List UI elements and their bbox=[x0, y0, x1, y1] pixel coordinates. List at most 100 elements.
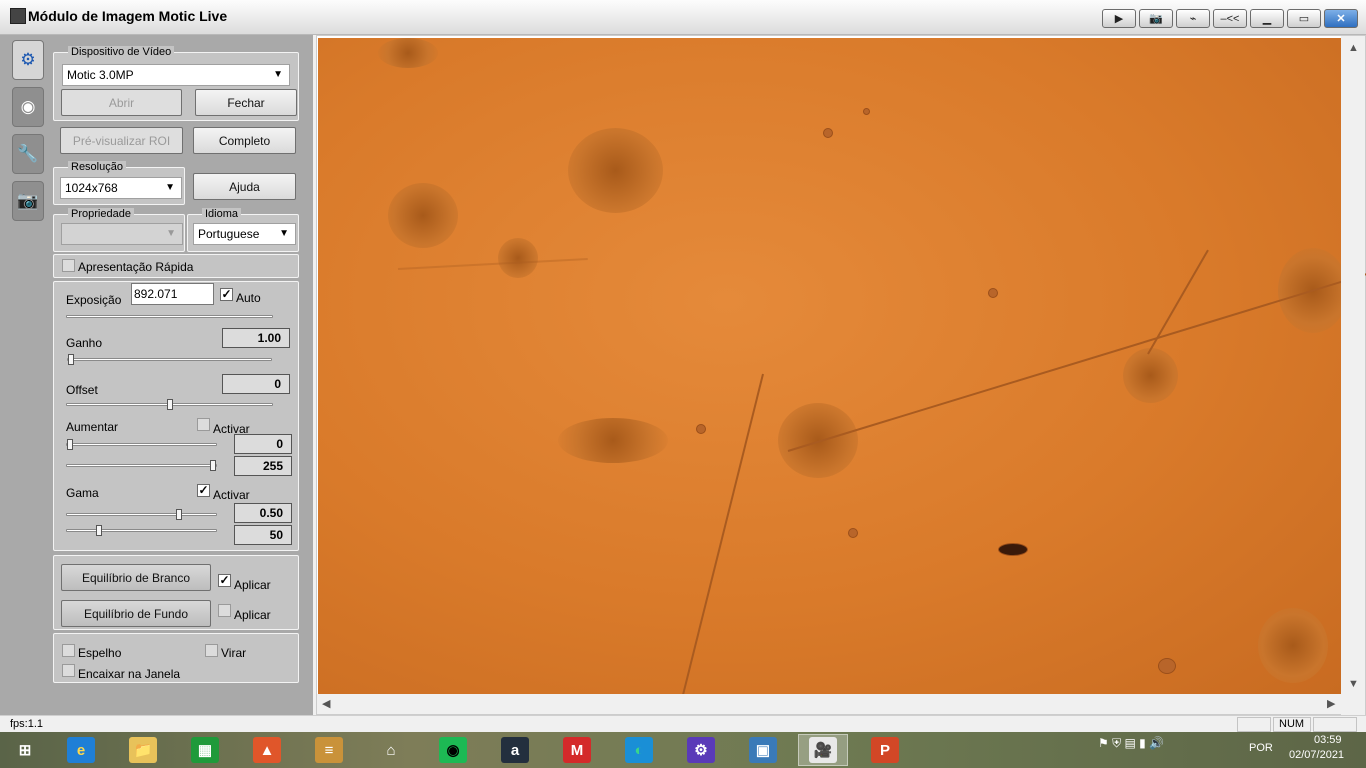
exposure-label: Exposição bbox=[66, 293, 122, 307]
exposure-slider[interactable] bbox=[66, 315, 273, 318]
motic-app-taskbar-button[interactable]: M bbox=[552, 734, 602, 766]
auto-exposure-checkbox[interactable]: ✓ bbox=[220, 288, 233, 301]
motic-live-taskbar-button[interactable]: 🎥 bbox=[798, 734, 848, 766]
contrast-slider-thumb[interactable] bbox=[96, 525, 102, 536]
file-explorer-taskbar-button[interactable]: 📁 bbox=[118, 734, 168, 766]
minimize-icon: ▁ bbox=[1262, 13, 1272, 25]
property-select[interactable]: ▼ bbox=[61, 223, 183, 245]
property-group: Propriedade ▼ bbox=[53, 208, 185, 252]
resolution-select[interactable]: 1024x768 ▼ bbox=[60, 177, 182, 199]
network-icon[interactable]: ▤ bbox=[1124, 736, 1135, 750]
settings-app-taskbar-button[interactable]: ⚙ bbox=[676, 734, 726, 766]
particle bbox=[696, 424, 706, 434]
input-language[interactable]: POR bbox=[1249, 742, 1273, 754]
contrast-slider[interactable] bbox=[66, 525, 217, 536]
gamma-slider[interactable] bbox=[66, 509, 217, 520]
start-button[interactable]: ⊞ bbox=[0, 734, 50, 766]
powerpoint-taskbar-button[interactable]: P bbox=[860, 734, 910, 766]
gain-label: Ganho bbox=[66, 336, 103, 350]
language-select[interactable]: Portuguese ▼ bbox=[193, 223, 296, 245]
battery-icon[interactable]: ▮ bbox=[1139, 736, 1146, 750]
contrast-value: 50 bbox=[234, 525, 292, 545]
gain-slider-thumb[interactable] bbox=[68, 354, 74, 365]
exposure-input[interactable]: 892.071 bbox=[131, 283, 214, 305]
play-button[interactable]: ▶ bbox=[1102, 9, 1136, 28]
fit-window-checkbox[interactable] bbox=[62, 664, 75, 677]
horizontal-scrollbar[interactable]: ◀ ▶ bbox=[317, 694, 1343, 714]
open-button[interactable]: Abrir bbox=[61, 89, 182, 116]
scroll-right-icon[interactable]: ▶ bbox=[1327, 697, 1335, 710]
amazon-taskbar-button[interactable]: a bbox=[490, 734, 540, 766]
adjustments-group: Exposição 892.071 ✓ Auto Ganho 1.00 Offs… bbox=[53, 281, 299, 551]
enhance-high-thumb[interactable] bbox=[210, 460, 216, 471]
store-taskbar-button[interactable]: ▦ bbox=[180, 734, 230, 766]
close-device-button[interactable]: Fechar bbox=[195, 89, 297, 116]
play-icon: ▶ bbox=[1114, 13, 1124, 25]
vertical-scrollbar[interactable]: ▲ ▼ bbox=[1341, 36, 1365, 716]
preview-roi-button[interactable]: Pré-visualizar ROI bbox=[60, 127, 183, 154]
chevron-down-icon: ▼ bbox=[279, 228, 289, 239]
spotify-taskbar-button[interactable]: ◉ bbox=[428, 734, 478, 766]
close-button[interactable]: ✕ bbox=[1324, 9, 1358, 28]
image-viewer-taskbar-button[interactable]: ▣ bbox=[738, 734, 788, 766]
flip-label: Virar bbox=[221, 646, 247, 660]
video-device-value: Motic 3.0MP bbox=[67, 68, 134, 82]
tool-tabs: ⚙ ◉ 🔧 📷 bbox=[0, 35, 48, 715]
notes-app-taskbar-button[interactable]: ≡ bbox=[304, 734, 354, 766]
internet-explorer-taskbar-button[interactable]: e bbox=[56, 734, 106, 766]
image-viewer[interactable]: ▲ ▼ ◀ ▶ bbox=[316, 35, 1366, 716]
bar-icon: ⌁ bbox=[1189, 13, 1197, 25]
gamma-activate-checkbox[interactable]: ✓ bbox=[197, 484, 210, 497]
tab-color[interactable]: ◉ bbox=[12, 87, 44, 127]
mirror-checkbox[interactable] bbox=[62, 644, 75, 657]
amazon-icon: a bbox=[501, 737, 529, 763]
help-button[interactable]: Ajuda bbox=[193, 173, 296, 200]
background-balance-apply-checkbox[interactable] bbox=[218, 604, 231, 617]
home-taskbar-button[interactable]: ⌂ bbox=[366, 734, 416, 766]
bar-button[interactable]: ⌁ bbox=[1176, 9, 1210, 28]
flip-checkbox[interactable] bbox=[205, 644, 218, 657]
enhance-low-slider[interactable] bbox=[66, 439, 217, 450]
scroll-left-icon[interactable]: ◀ bbox=[322, 697, 330, 710]
shield-icon[interactable]: ⛨ bbox=[1112, 736, 1121, 750]
clock-time[interactable]: 03:59 bbox=[1314, 734, 1342, 746]
cell-cluster bbox=[1258, 608, 1328, 683]
complete-button[interactable]: Completo bbox=[193, 127, 296, 154]
background-balance-button[interactable]: Equilíbrio de Fundo bbox=[61, 600, 211, 627]
close-icon: ✕ bbox=[1336, 13, 1346, 25]
capture-button[interactable]: 📷 bbox=[1139, 9, 1173, 28]
gain-slider[interactable] bbox=[67, 354, 272, 365]
scroll-down-icon[interactable]: ▼ bbox=[1348, 678, 1359, 690]
scroll-up-icon[interactable]: ▲ bbox=[1348, 42, 1359, 54]
enhance-activate-checkbox[interactable] bbox=[197, 418, 210, 431]
quick-presentation-checkbox[interactable] bbox=[62, 259, 75, 272]
photos-taskbar-button[interactable]: ▲ bbox=[242, 734, 292, 766]
enhance-low-thumb[interactable] bbox=[67, 439, 73, 450]
white-balance-button[interactable]: Equilíbrio de Branco bbox=[61, 564, 211, 591]
tab-video-settings[interactable]: ⚙ bbox=[12, 40, 44, 80]
offset-slider-thumb[interactable] bbox=[167, 399, 173, 410]
flag-icon[interactable]: ⚑ bbox=[1098, 736, 1109, 750]
edge-taskbar-button[interactable]: ◐ bbox=[614, 734, 664, 766]
language-legend: Idioma bbox=[202, 208, 242, 220]
clock-date[interactable]: 02/07/2021 bbox=[1289, 749, 1344, 761]
tab-tools[interactable]: 🔧 bbox=[12, 134, 44, 174]
minimize-button[interactable]: ▁ bbox=[1250, 9, 1284, 28]
tab-capture[interactable]: 📷 bbox=[12, 181, 44, 221]
offset-slider[interactable] bbox=[66, 399, 273, 410]
num-lock-indicator: NUM bbox=[1273, 717, 1311, 732]
maximize-button[interactable]: ▭ bbox=[1287, 9, 1321, 28]
particle bbox=[823, 128, 833, 138]
file-explorer-icon: 📁 bbox=[129, 737, 157, 763]
gamma-slider-thumb[interactable] bbox=[176, 509, 182, 520]
white-balance-apply-checkbox[interactable]: ✓ bbox=[218, 574, 231, 587]
home-icon: ⌂ bbox=[386, 741, 396, 759]
enhance-high-slider[interactable] bbox=[66, 460, 217, 471]
neurite bbox=[397, 258, 588, 270]
status-panel bbox=[1237, 717, 1271, 732]
volume-icon[interactable]: 🔊 bbox=[1149, 736, 1164, 750]
display-options-group: Espelho Virar Encaixar na Janela bbox=[53, 633, 299, 683]
microscope-image[interactable] bbox=[318, 38, 1366, 695]
collapse-button[interactable]: –<< bbox=[1213, 9, 1247, 28]
video-device-select[interactable]: Motic 3.0MP ▼ bbox=[62, 64, 290, 86]
